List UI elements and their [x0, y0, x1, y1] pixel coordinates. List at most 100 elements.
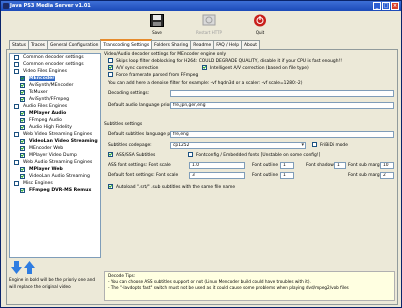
default-margin-label: Font sub margin	[348, 173, 384, 178]
tree-item[interactable]: MPlayer Video Dump	[10, 152, 100, 159]
tree-item[interactable]: MEncoder	[10, 75, 100, 82]
skip-loop-filter-checkbox[interactable]	[108, 58, 113, 63]
decoding-settings-input[interactable]	[170, 90, 394, 97]
app-window: Java PS3 Media Server v1.01 _ □ × Save R…	[0, 0, 402, 308]
quit-button[interactable]: Quit	[248, 14, 272, 36]
tab-readme[interactable]: Readme	[190, 40, 215, 49]
autoload-option[interactable]: Autoload ".srt/" .sub subtitles with the…	[108, 184, 396, 191]
tree-item-checkbox[interactable]	[14, 160, 19, 165]
tree-item-checkbox[interactable]	[20, 118, 25, 123]
default-margin-input[interactable]: 2	[380, 172, 394, 179]
group-title-subtitles: Subtitles settings	[104, 122, 143, 127]
tree-item[interactable]: FFmpeg Audio	[10, 117, 100, 124]
tree-item-checkbox[interactable]	[20, 76, 25, 81]
tree-item[interactable]: Common decoder settings	[10, 54, 100, 61]
tree-item-checkbox[interactable]	[20, 167, 25, 172]
tab-traces[interactable]: Traces	[28, 40, 48, 49]
tree-item[interactable]: AviSynth/FFmpeg	[10, 96, 100, 103]
subtitle-language-input[interactable]: fre,eng	[170, 131, 394, 138]
tree-item[interactable]: Audio Files Engines	[10, 103, 100, 110]
denoise-hint: You can add here a denoise filter for ex…	[108, 81, 303, 86]
tree-item-label: MPlayer Web	[29, 167, 63, 172]
tree-item[interactable]: Web Audio Streaming Engines	[10, 159, 100, 166]
tree-item-label: Audio High Fidelity	[29, 125, 72, 130]
tree-item-label: MEncoder Web	[29, 146, 64, 151]
engine-tree[interactable]: Common decoder settings Common encoder se…	[9, 53, 101, 258]
ass-outline-input[interactable]: 1	[280, 162, 294, 169]
decoding-settings-label: Decoding settings:	[108, 91, 150, 96]
tree-item[interactable]: Video Files Engines	[10, 68, 100, 75]
force-framerate-checkbox[interactable]	[108, 72, 113, 77]
tree-item[interactable]: MPlayer Web	[10, 166, 100, 173]
tree-item-checkbox[interactable]	[20, 153, 25, 158]
tree-item-checkbox[interactable]	[20, 90, 25, 95]
default-font-scale-input[interactable]: 3	[189, 172, 245, 179]
tab-bar: Status Traces General Configuration Tran…	[9, 39, 261, 49]
tree-item-checkbox[interactable]	[20, 83, 25, 88]
default-outline-input[interactable]: 1	[280, 172, 294, 179]
tree-item[interactable]: VideoLan Video Streaming	[10, 138, 100, 145]
tab-about[interactable]: About	[241, 40, 261, 49]
tree-item[interactable]: Common encoder settings	[10, 61, 100, 68]
minimize-button[interactable]: _	[373, 2, 381, 10]
fontconfig-option[interactable]: Fontconfig / Embedded fonts [Unstable on…	[188, 152, 320, 159]
save-button[interactable]: Save	[145, 14, 169, 36]
tree-item-checkbox[interactable]	[14, 181, 19, 186]
tree-item-checkbox[interactable]	[14, 132, 19, 137]
ass-shadow-input[interactable]: 1	[334, 162, 346, 169]
tree-item[interactable]: MPlayer Audio	[10, 110, 100, 117]
tree-item-label: Web Audio Streaming Engines	[23, 160, 93, 165]
codepage-select[interactable]: cp1252	[170, 142, 306, 149]
tab-status[interactable]: Status	[9, 40, 29, 49]
tree-item-checkbox[interactable]	[14, 62, 19, 67]
tree-item-checkbox[interactable]	[14, 55, 19, 60]
tree-item-checkbox[interactable]	[20, 111, 25, 116]
tree-item[interactable]: VideoLan Audio Streaming	[10, 173, 100, 180]
force-framerate-option[interactable]: Force framerate parsed from FFmpeg	[108, 72, 396, 79]
tab-folders-sharing[interactable]: Folders Sharing	[151, 40, 192, 49]
maximize-button[interactable]: □	[382, 2, 390, 10]
engine-priority-hint: Engine in bold will be the prioriy one a…	[9, 277, 96, 289]
arrow-down-icon[interactable]	[11, 261, 22, 274]
fribidi-label: FriBiDi mode	[320, 143, 348, 148]
tree-item-label: Common encoder settings	[23, 62, 84, 67]
fribidi-checkbox[interactable]	[312, 142, 317, 147]
quit-label: Quit	[255, 30, 265, 35]
ass-shadow-label: Font shadow	[306, 163, 334, 168]
tree-item-checkbox[interactable]	[20, 146, 25, 151]
default-font-row: Default font settings: Font scale 3 Font…	[104, 172, 396, 179]
tree-item[interactable]: Audio High Fidelity	[10, 124, 100, 131]
tree-item[interactable]: AviSynth/MEncoder	[10, 82, 100, 89]
arrow-up-icon[interactable]	[24, 261, 35, 274]
tree-item-checkbox[interactable]	[14, 104, 19, 109]
intelligent-av-checkbox[interactable]	[202, 65, 207, 70]
tab-general-configuration[interactable]: General Configuration	[46, 40, 102, 49]
tree-item[interactable]: TsMuxer	[10, 89, 100, 96]
tree-item-checkbox[interactable]	[20, 139, 25, 144]
tree-item[interactable]: Misc Engines	[10, 180, 100, 187]
intelligent-av-option[interactable]: Intelligent A/V correction (based on fil…	[202, 65, 309, 72]
av-sync-checkbox[interactable]	[108, 65, 113, 70]
restart-server-icon	[202, 14, 216, 26]
tab-faq-help[interactable]: FAQ / Help	[213, 40, 243, 49]
autoload-checkbox[interactable]	[108, 184, 113, 189]
tab-transcoding-settings[interactable]: Transcoding Settings	[100, 39, 153, 49]
ass-label: ASS/SSA Subtitles	[116, 153, 156, 158]
tree-item-checkbox[interactable]	[20, 188, 25, 193]
tree-item-checkbox[interactable]	[20, 174, 25, 179]
ass-checkbox[interactable]	[108, 152, 113, 157]
tree-item[interactable]: MEncoder Web	[10, 145, 100, 152]
tree-item[interactable]: Web Video Streaming Engines	[10, 131, 100, 138]
audio-language-input[interactable]: fre,jpn,ger,eng	[170, 102, 394, 109]
tree-item-checkbox[interactable]	[20, 97, 25, 102]
fribidi-option[interactable]: FriBiDi mode	[312, 142, 348, 149]
tree-item[interactable]: FFmpeg DVR-MS Remux	[10, 187, 100, 194]
skip-loop-filter-option[interactable]: Skips loop filter deblocking for H264: C…	[108, 58, 396, 65]
tree-item-checkbox[interactable]	[20, 125, 25, 130]
tree-item-checkbox[interactable]	[14, 69, 19, 74]
close-button[interactable]: ×	[391, 2, 399, 10]
restart-http-button[interactable]: Restart HTTP	[194, 14, 224, 36]
ass-font-scale-input[interactable]: 1.0	[189, 162, 245, 169]
fontconfig-checkbox[interactable]	[188, 152, 193, 157]
ass-margin-input[interactable]: 10	[380, 162, 394, 169]
